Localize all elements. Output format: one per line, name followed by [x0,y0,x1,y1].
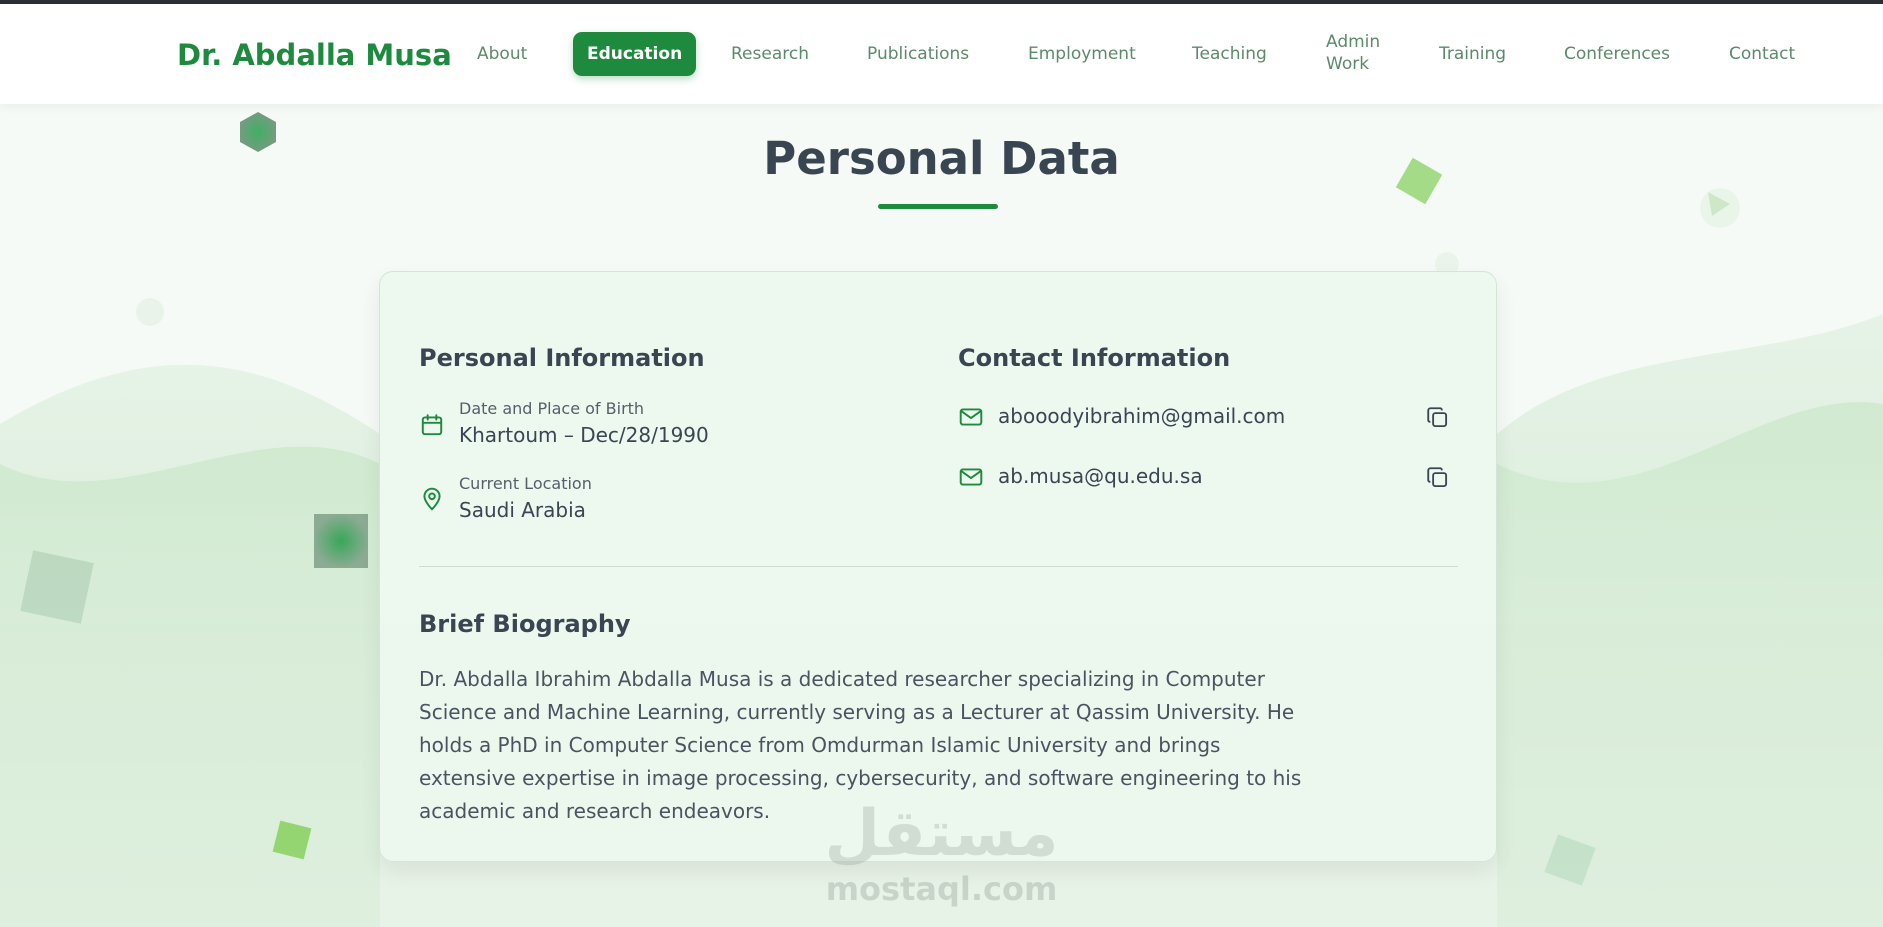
navbar: Dr. Abdalla Musa About Education Researc… [0,4,1883,104]
brand-logo[interactable]: Dr. Abdalla Musa [177,38,452,72]
birth-label: Date and Place of Birth [459,399,645,418]
mail-icon [959,408,983,426]
nav-contact[interactable]: Contact [1729,43,1795,65]
location-pin-icon [423,487,441,511]
page-title: Personal Data [763,132,1120,185]
watermark-url: mostaql.com [825,870,1058,908]
top-border [0,0,1883,4]
calendar-icon [421,414,443,436]
nav-teaching[interactable]: Teaching [1192,43,1267,65]
birth-value: Khartoum – Dec/28/1990 [459,423,709,447]
nav-conferences[interactable]: Conferences [1564,43,1670,65]
nav-employment[interactable]: Employment [1028,43,1136,65]
watermark-logo: مستقل [824,797,1059,871]
nav-about[interactable]: About [477,43,527,65]
copy-icon[interactable] [1425,405,1451,431]
email-secondary[interactable]: ab.musa@qu.edu.sa [998,464,1203,488]
location-value: Saudi Arabia [459,498,586,522]
nav-publications[interactable]: Publications [867,43,969,65]
mail-icon [959,468,983,486]
location-label: Current Location [459,474,592,493]
personal-data-card: Personal Information Date and Place of B… [379,271,1497,862]
email-primary[interactable]: abooodyibrahim@gmail.com [998,404,1285,428]
copy-icon[interactable] [1425,465,1451,491]
biography-heading: Brief Biography [419,610,631,638]
section-divider [419,566,1458,567]
nav-admin-work[interactable]: Admin Work [1326,31,1380,75]
nav-training[interactable]: Training [1439,43,1506,65]
nav-research[interactable]: Research [731,43,809,65]
nav-admin-line1: Admin [1326,32,1381,52]
title-underline [878,204,998,209]
nav-admin-line2: Work [1326,54,1370,74]
personal-info-heading: Personal Information [419,344,705,372]
nav-education[interactable]: Education [573,32,697,76]
contact-info-heading: Contact Information [958,344,1231,372]
